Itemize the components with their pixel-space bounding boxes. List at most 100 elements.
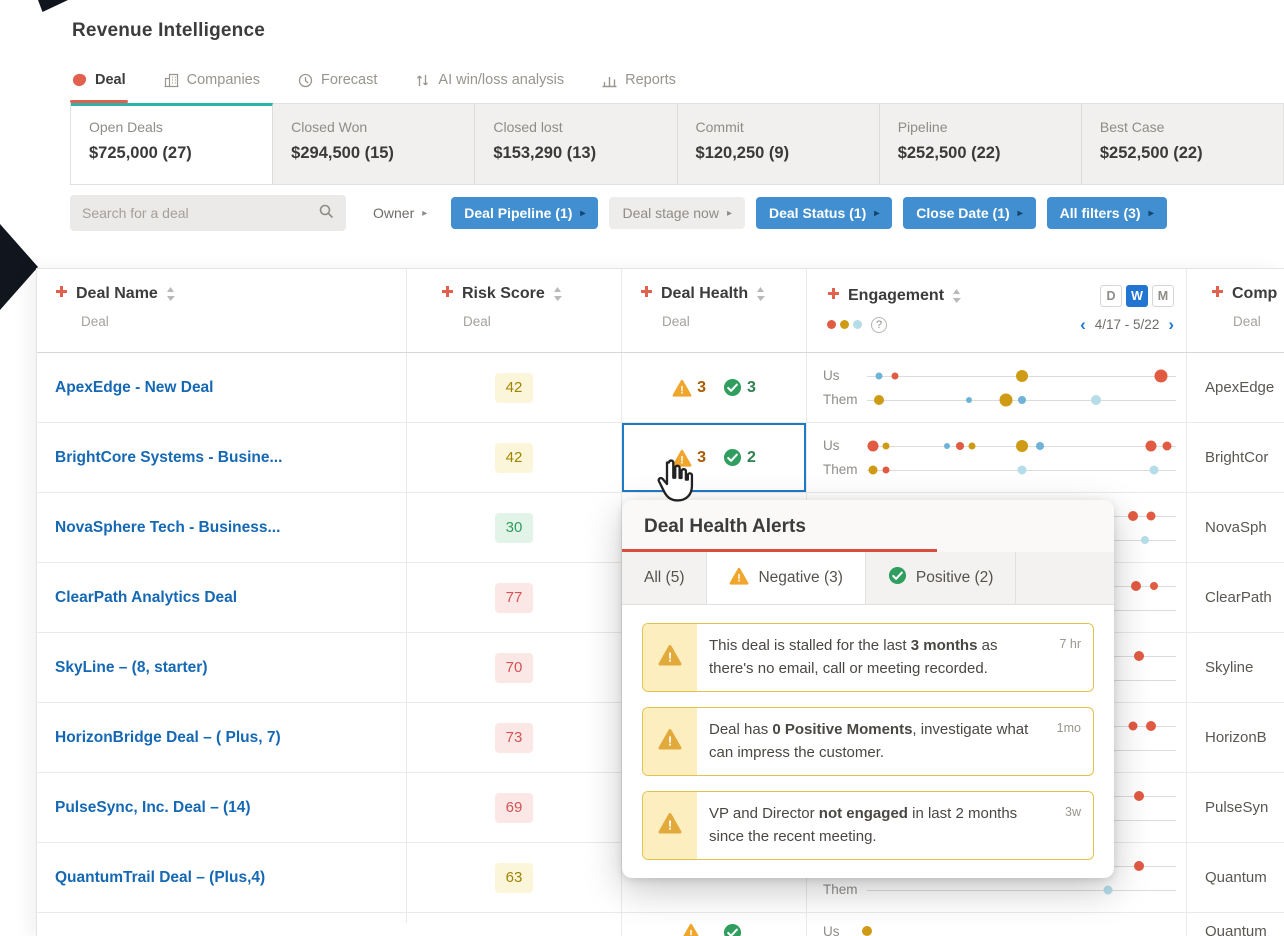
nav-tab-companies[interactable]: Companies <box>164 72 260 103</box>
popup-tab-negative-3[interactable]: ! Negative (3) <box>707 552 866 604</box>
popup-tab-all-5[interactable]: All (5) <box>622 552 708 604</box>
deal-health-cell[interactable]: ! 3 2 <box>621 423 806 492</box>
engagement-them-label: Them <box>823 392 858 407</box>
nav-tab-ai-win-loss-analysis[interactable]: AI win/loss analysis <box>415 72 564 103</box>
summary-card-label: Closed Won <box>291 119 368 135</box>
deal-name-link[interactable]: SkyLine – (8, starter) <box>55 659 207 677</box>
field-icon <box>441 285 454 303</box>
company-cell: NovaSph <box>1186 493 1284 562</box>
chevron-left-icon[interactable]: ‹ <box>1080 316 1086 333</box>
positive-count: 2 <box>747 448 756 466</box>
column-deal-health[interactable]: Deal Health Deal <box>621 269 806 352</box>
summary-card-label: Commit <box>695 119 744 135</box>
engagement-them-row: Them <box>823 882 1176 898</box>
deal-name-link[interactable]: ApexEdge - New Deal <box>55 379 214 397</box>
filter-chip-owner[interactable]: Owner ▸ <box>360 197 440 229</box>
deal-name-cell: SkyLine – (8, starter) <box>37 633 406 702</box>
deal-name-link[interactable]: NovaSphere Tech - Business... <box>55 519 280 537</box>
summary-card-pipeline[interactable]: Pipeline $252,500 (22) <box>880 104 1082 184</box>
company-cell: BrightCor <box>1186 423 1284 492</box>
deal-health-cell[interactable]: ! 3 3 <box>621 353 806 422</box>
popup-title: Deal Health Alerts <box>644 516 806 537</box>
toggle-month[interactable]: M <box>1152 285 1174 307</box>
risk-score-badge: 30 <box>495 512 533 543</box>
engagement-dot <box>1146 720 1157 731</box>
filter-chip-close-date-1[interactable]: Close Date (1) ▸ <box>903 197 1036 229</box>
companies-icon <box>164 73 179 88</box>
chevron-right-icon[interactable]: › <box>1168 316 1174 333</box>
nav-tab-label: Companies <box>186 72 260 88</box>
deal-name-link[interactable]: ClearPath Analytics Deal <box>55 589 237 607</box>
help-icon[interactable]: ? <box>871 316 887 333</box>
sort-icon[interactable] <box>756 287 766 301</box>
risk-score-cell: 42 <box>406 353 621 422</box>
popup-tab-positive-2[interactable]: Positive (2) <box>866 552 1017 604</box>
nav-tab-reports[interactable]: Reports <box>602 72 676 103</box>
alert-card: ! VP and Director not engaged in last 2 m… <box>642 791 1094 860</box>
engagement-dot <box>1103 885 1113 894</box>
sort-icon[interactable] <box>553 287 562 301</box>
engagement-dot <box>882 442 890 449</box>
engagement-dot <box>1128 721 1138 730</box>
alert-text-part: Deal has <box>709 721 773 738</box>
risk-score-badge: 70 <box>495 652 533 683</box>
summary-card-open-deals[interactable]: Open Deals $725,000 (27) <box>71 103 274 184</box>
nav-tab-label: AI win/loss analysis <box>438 72 565 88</box>
field-icon <box>55 285 68 303</box>
engagement-timeline <box>867 462 1176 478</box>
deal-name-link[interactable]: QuantumTrail Deal – (Plus,4) <box>55 869 265 887</box>
filter-chip-deal-stage-now[interactable]: Deal stage now ▸ <box>609 197 745 229</box>
engagement-us-label: Us <box>823 923 840 936</box>
summary-card-closed-lost[interactable]: Closed lost $153,290 (13) <box>475 104 678 184</box>
risk-score-badge: 42 <box>495 372 533 403</box>
chevron-right-icon: ▸ <box>1148 207 1154 219</box>
nav-tab-deal[interactable]: Deal <box>70 72 128 103</box>
summary-card-best-case[interactable]: Best Case $252,500 (22) <box>1082 104 1283 184</box>
sort-icon[interactable] <box>952 289 962 303</box>
company-cell: Quantum <box>1186 843 1284 912</box>
deal-name-cell: BrightCore Systems - Busine... <box>37 423 406 492</box>
date-range-label: 4/17 - 5/22 <box>1094 317 1160 332</box>
engagement-dot <box>1133 860 1144 871</box>
filter-chip-deal-pipeline-1[interactable]: Deal Pipeline (1) ▸ <box>451 197 599 229</box>
svg-text:!: ! <box>668 650 672 665</box>
filter-chip-deal-status-1[interactable]: Deal Status (1) ▸ <box>756 197 893 229</box>
filter-chip-label: All filters (3) <box>1059 205 1141 221</box>
engagement-dot <box>1015 369 1028 382</box>
column-label: Deal Health <box>661 285 749 302</box>
summary-cards: Open Deals $725,000 (27) Closed Won $294,50… <box>70 103 1284 185</box>
negative-count: 3 <box>697 378 706 396</box>
company-cell: HorizonB <box>1186 703 1284 772</box>
company-cell: ClearPath <box>1186 563 1284 632</box>
summary-card-closed-won[interactable]: Closed Won $294,500 (15) <box>273 104 476 184</box>
search-input[interactable] <box>82 205 318 221</box>
nav-tab-forecast[interactable]: Forecast <box>298 72 377 103</box>
column-engagement[interactable]: Engagement D W M ? ‹ 4/17 - 5/22 › <box>806 269 1186 352</box>
risk-score-badge: 73 <box>495 722 533 753</box>
summary-card-commit[interactable]: Commit $120,250 (9) <box>678 104 880 184</box>
filter-chip-all-filters-3[interactable]: All filters (3) ▸ <box>1046 197 1167 229</box>
period-toggle: D W M <box>1100 285 1174 307</box>
deal-name-link[interactable]: PulseSync, Inc. Deal – (14) <box>55 799 251 817</box>
column-company[interactable]: Comp Deal <box>1186 269 1284 352</box>
column-risk-score[interactable]: Risk Score Deal <box>406 269 621 352</box>
deal-health-cell[interactable]: ! <box>621 913 806 936</box>
engagement-dot <box>1150 581 1159 590</box>
deal-name-link[interactable]: HorizonBridge Deal – ( Plus, 7) <box>55 729 281 747</box>
column-deal-name[interactable]: Deal Name Deal <box>37 269 406 352</box>
toggle-week[interactable]: W <box>1126 285 1148 307</box>
alert-text-part: VP and Director <box>709 805 819 822</box>
sort-icon[interactable] <box>166 287 175 301</box>
deal-name-link[interactable]: BrightCore Systems - Busine... <box>55 449 282 467</box>
search-box[interactable] <box>70 195 346 231</box>
background-shape <box>0 224 38 310</box>
column-label: Comp <box>1232 285 1278 302</box>
risk-score-cell: 30 <box>406 493 621 562</box>
risk-score-cell <box>406 913 621 923</box>
svg-text:!: ! <box>680 384 684 396</box>
toggle-day[interactable]: D <box>1100 285 1122 307</box>
risk-score-cell: 77 <box>406 563 621 632</box>
deal-name-cell: PulseSync, Inc. Deal – (14) <box>37 773 406 842</box>
warning-icon: ! <box>681 923 701 936</box>
winloss-icon <box>415 73 430 88</box>
